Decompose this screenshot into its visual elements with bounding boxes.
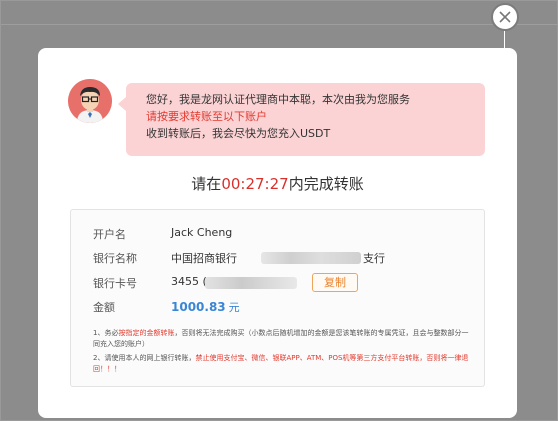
note-1: 1、务必按指定的金额转账，否则将无法完成购买（小数点后随机增加的金额是您该笔转账… [93,328,473,350]
agent-message-bubble: 您好，我是龙网认证代理商中本聪，本次由我为您服务 请按要求转账至以下账户 收到转… [118,83,485,156]
instruction-text: 请按要求转账至以下账户 [146,110,267,123]
after-transfer-text: 收到转账后，我会尽快为您充入USDT [146,127,331,140]
timer-suffix: 内完成转账 [288,175,364,193]
transfer-notes: 1、务必按指定的金额转账，否则将无法完成购买（小数点后随机增加的金额是您该笔转账… [93,328,473,378]
account-info-panel: 开户名 Jack Cheng 银行名称 中国招商银行 支行 银行卡号 3455 … [70,209,485,387]
avatar-icon [68,79,112,123]
greeting-text: 您好，我是龙网认证代理商中本聪，本次由我为您服务 [146,93,410,106]
agent-avatar [68,79,112,123]
card-number-value[interactable]: 3455 ( [171,275,297,289]
close-button[interactable] [491,3,519,31]
account-holder-label: 开户名 [93,228,126,241]
amount-value[interactable]: 1000.83 元 [171,299,240,315]
close-icon [499,11,511,23]
countdown-timer: 00:27:27 [221,175,289,193]
transfer-modal: 您好，我是龙网认证代理商中本聪，本次由我为您服务 请按要求转账至以下账户 收到转… [38,48,517,418]
timer-prefix: 请在 [191,175,222,193]
copy-card-button[interactable]: 复制 [312,273,358,292]
background-divider [1,24,558,25]
close-connector [504,31,505,49]
card-number-start: 3455 ( [171,275,207,288]
redacted-card-digits [205,277,297,289]
note-2-prefix: 2、请使用本人的网上银行转账， [93,354,196,362]
bank-name-value[interactable]: 中国招商银行 支行 [171,250,385,266]
note-1-highlight: 按指定的金额转账 [118,329,175,337]
countdown-heading: 请在00:27:27内完成转账 [38,173,517,194]
note-1-prefix: 1、务必 [93,329,119,337]
card-number-label: 银行卡号 [93,277,137,290]
note-2: 2、请使用本人的网上银行转账，禁止使用支付宝、微信、银联APP、ATM、POS机… [93,353,473,375]
amount-number: 1000.83 [171,300,226,314]
bank-name-end: 支行 [363,252,385,265]
account-holder-value[interactable]: Jack Cheng [171,226,232,239]
bank-name-label: 银行名称 [93,252,137,265]
bank-name-start: 中国招商银行 [171,252,237,265]
amount-label: 金额 [93,301,115,314]
amount-unit: 元 [228,301,240,314]
redacted-branch [261,252,361,264]
